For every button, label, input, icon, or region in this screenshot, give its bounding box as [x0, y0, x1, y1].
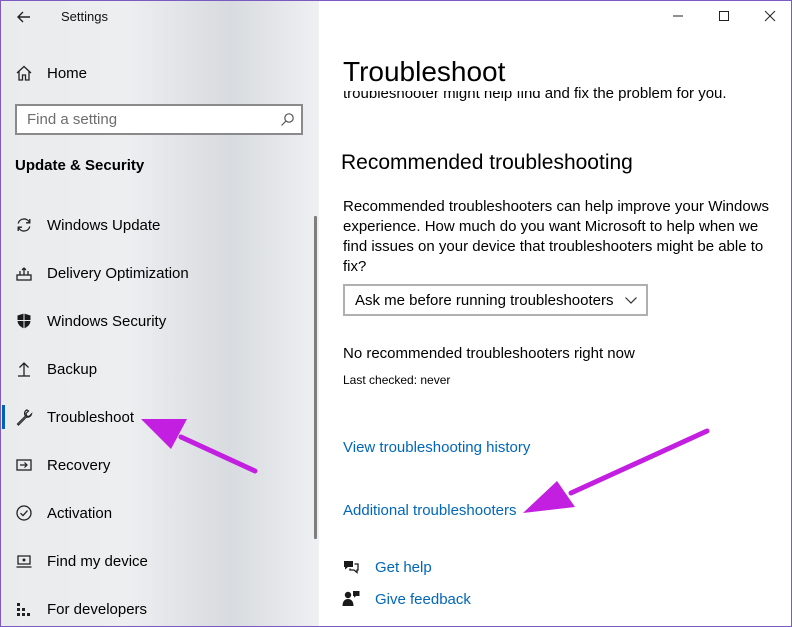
- maximize-button[interactable]: [701, 1, 747, 31]
- check-circle-icon: [16, 505, 32, 521]
- minimize-icon: [673, 15, 683, 17]
- feedback-person-icon: [342, 591, 360, 606]
- sidebar: Settings Home Update & Security: [1, 1, 319, 626]
- app-title: Settings: [61, 9, 108, 24]
- sidebar-item-label: Recovery: [47, 456, 111, 474]
- developer-icon: [17, 603, 30, 616]
- section-title: Update & Security: [15, 157, 145, 174]
- last-checked-text: Last checked: never: [343, 373, 451, 387]
- get-help-link[interactable]: Get help: [375, 559, 432, 576]
- sidebar-item-label: Activation: [47, 504, 113, 522]
- search-box[interactable]: [15, 104, 303, 135]
- close-icon: [764, 10, 776, 22]
- view-history-link[interactable]: View troubleshooting history: [343, 439, 530, 456]
- back-button[interactable]: [13, 6, 35, 28]
- home-nav-item[interactable]: Home: [15, 61, 87, 85]
- window-controls: [655, 1, 791, 33]
- give-feedback-row[interactable]: Give feedback: [341, 588, 471, 610]
- sidebar-item-label: Troubleshoot: [47, 408, 134, 426]
- sidebar-item-windows-security[interactable]: Windows Security: [1, 301, 311, 341]
- sidebar-item-label: Backup: [47, 360, 98, 378]
- minimize-button[interactable]: [655, 1, 701, 31]
- chevron-down-icon: [625, 297, 637, 304]
- search-icon[interactable]: [280, 112, 295, 127]
- sidebar-item-troubleshoot[interactable]: Troubleshoot: [1, 397, 311, 437]
- maximize-icon: [719, 11, 729, 21]
- home-icon: [16, 65, 32, 81]
- sidebar-item-for-developers[interactable]: For developers: [1, 589, 311, 626]
- sidebar-item-activation[interactable]: Activation: [1, 493, 311, 533]
- wrench-icon: [16, 409, 33, 426]
- sidebar-item-delivery-optimization[interactable]: Delivery Optimization: [1, 253, 311, 293]
- sidebar-item-find-my-device[interactable]: Find my device: [1, 541, 311, 581]
- recovery-icon: [16, 459, 32, 471]
- sidebar-item-backup[interactable]: Backup: [1, 349, 311, 389]
- search-input[interactable]: [17, 106, 267, 133]
- back-arrow-icon: [17, 11, 30, 23]
- dropdown-value: Ask me before running troubleshooters: [355, 291, 614, 309]
- additional-troubleshooters-link[interactable]: Additional troubleshooters: [343, 502, 516, 519]
- sidebar-item-label: Windows Update: [47, 216, 161, 234]
- page-title: Troubleshoot: [343, 53, 546, 91]
- get-help-row[interactable]: Get help: [341, 556, 432, 578]
- sidebar-item-recovery[interactable]: Recovery: [1, 445, 311, 485]
- sidebar-item-label: For developers: [47, 600, 148, 618]
- sidebar-item-windows-update[interactable]: Windows Update: [1, 205, 311, 245]
- selection-indicator: [2, 405, 5, 429]
- backup-icon: [18, 362, 30, 377]
- sidebar-item-label: Windows Security: [47, 312, 167, 330]
- recommended-heading: Recommended troubleshooting: [341, 151, 633, 174]
- shield-icon: [17, 313, 31, 329]
- settings-window: Settings Home Update & Security: [0, 0, 792, 627]
- recommended-description: Recommended troubleshooters can help imp…: [343, 198, 770, 275]
- close-button[interactable]: [747, 1, 791, 31]
- title-bar: Settings: [1, 1, 319, 33]
- no-recommended-text: No recommended troubleshooters right now: [343, 345, 635, 362]
- sidebar-scrollbar[interactable]: [314, 216, 317, 539]
- delivery-optimization-icon: [16, 267, 32, 281]
- sidebar-item-label: Delivery Optimization: [47, 264, 189, 282]
- sync-icon: [17, 218, 31, 232]
- home-label: Home: [47, 64, 88, 82]
- main-content: troubleshooter might help find and fix t…: [319, 1, 791, 626]
- troubleshoot-preference-dropdown[interactable]: Ask me before running troubleshooters: [343, 284, 648, 316]
- give-feedback-link[interactable]: Give feedback: [375, 591, 471, 608]
- find-device-icon: [16, 555, 32, 568]
- sidebar-item-label: Find my device: [47, 552, 148, 570]
- help-chat-icon: [344, 561, 359, 574]
